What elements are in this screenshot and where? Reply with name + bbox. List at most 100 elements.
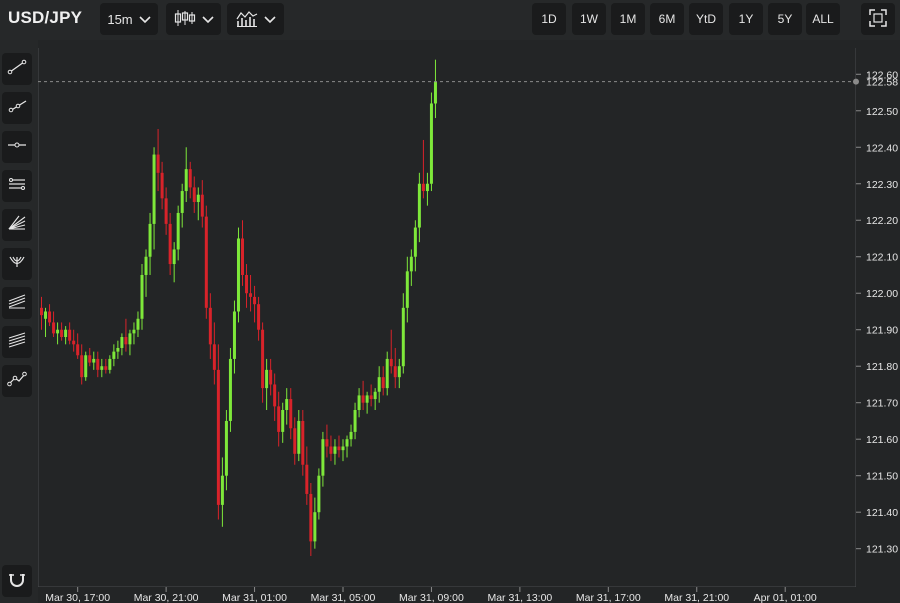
tool-fan[interactable] bbox=[2, 209, 32, 241]
multi-channel-icon bbox=[7, 331, 27, 353]
candle-up bbox=[397, 366, 401, 378]
candle-down bbox=[200, 194, 204, 217]
candlestick-icon bbox=[174, 9, 196, 30]
top-toolbar: USD/JPY 15m 1D 1W 1M 6M YtD 1Y 5Y ALL bbox=[0, 0, 900, 40]
fullscreen-icon bbox=[869, 8, 887, 30]
candle-down bbox=[253, 296, 257, 305]
candle-down bbox=[124, 337, 128, 345]
candle-up bbox=[425, 183, 429, 192]
candle-down bbox=[389, 358, 393, 367]
range-button-all[interactable]: ALL bbox=[806, 3, 840, 35]
trend-line-icon bbox=[7, 59, 27, 80]
candle-up bbox=[128, 333, 132, 345]
candle-down bbox=[393, 366, 397, 378]
candle-up bbox=[285, 399, 289, 411]
candle-up bbox=[265, 369, 269, 389]
polyline-icon bbox=[7, 371, 27, 392]
x-tick-label: Mar 31, 17:00 bbox=[576, 592, 641, 603]
range-button-1y[interactable]: 1Y bbox=[729, 3, 763, 35]
candle-down bbox=[192, 187, 196, 202]
chart-style-dropdown[interactable] bbox=[166, 3, 221, 35]
candlestick-chart[interactable] bbox=[37, 48, 857, 588]
candle-down bbox=[309, 493, 313, 542]
interval-dropdown[interactable]: 15m bbox=[100, 3, 158, 35]
candle-down bbox=[261, 329, 265, 389]
candle-down bbox=[305, 464, 309, 494]
candle-down bbox=[269, 369, 273, 385]
candle-up bbox=[132, 329, 136, 334]
candle-down bbox=[60, 329, 64, 338]
symbol-title[interactable]: USD/JPY bbox=[8, 8, 82, 28]
x-tick-label: Mar 31, 05:00 bbox=[311, 592, 376, 603]
candle-down bbox=[96, 358, 100, 370]
y-tick-label: 121.60 bbox=[866, 434, 898, 446]
candle-down bbox=[80, 355, 84, 378]
candle-up bbox=[357, 395, 361, 411]
price-chart[interactable] bbox=[37, 48, 857, 588]
y-tick-label: 121.40 bbox=[866, 507, 898, 519]
candle-up bbox=[140, 274, 144, 319]
y-tick-label: 122.50 bbox=[866, 106, 898, 118]
tool-trend-line[interactable] bbox=[2, 53, 32, 85]
candle-up bbox=[152, 154, 156, 224]
tool-multi-channel[interactable] bbox=[2, 326, 32, 358]
fan-icon bbox=[7, 215, 27, 236]
candle-down bbox=[301, 420, 305, 465]
candle-up bbox=[409, 256, 413, 272]
candle-down bbox=[257, 304, 261, 330]
range-button-ytd[interactable]: YtD bbox=[689, 3, 723, 35]
interval-label: 15m bbox=[107, 11, 133, 27]
x-tick-label: Apr 01, 01:00 bbox=[754, 592, 817, 603]
candle-up bbox=[112, 351, 116, 359]
candle-up bbox=[405, 271, 409, 308]
range-button-5y[interactable]: 5Y bbox=[768, 3, 802, 35]
candle-up bbox=[385, 358, 389, 389]
tool-polyline[interactable] bbox=[2, 365, 32, 397]
pitchfork-icon bbox=[7, 254, 27, 275]
range-button-1m[interactable]: 1M bbox=[611, 3, 645, 35]
candle-up bbox=[373, 391, 377, 400]
range-button-1w[interactable]: 1W bbox=[572, 3, 606, 35]
tool-horizontal-line[interactable] bbox=[2, 131, 32, 163]
fullscreen-button[interactable] bbox=[861, 3, 895, 35]
candle-down bbox=[160, 172, 164, 199]
horizontal-line-icon bbox=[7, 137, 27, 158]
y-tick-label: 122.60 bbox=[866, 69, 898, 81]
candle-up bbox=[64, 329, 68, 338]
tool-pitchfork[interactable] bbox=[2, 248, 32, 280]
candle-up bbox=[349, 431, 353, 440]
candle-down bbox=[168, 223, 172, 265]
tool-regression-channel[interactable] bbox=[2, 287, 32, 319]
range-button-1d[interactable]: 1D bbox=[532, 3, 566, 35]
candle-down bbox=[216, 369, 220, 505]
candle-up bbox=[236, 238, 240, 312]
candle-up bbox=[365, 395, 369, 403]
candle-up bbox=[148, 223, 152, 257]
candle-up bbox=[108, 358, 112, 370]
candle-up bbox=[429, 103, 433, 184]
candle-up bbox=[136, 318, 140, 330]
candle-down bbox=[337, 446, 341, 451]
tool-parallel-channel[interactable] bbox=[2, 170, 32, 202]
candle-up bbox=[297, 420, 301, 454]
candle-down bbox=[421, 183, 425, 192]
drawing-tools-sidebar bbox=[0, 40, 38, 603]
candle-down bbox=[289, 399, 293, 429]
candle-up bbox=[317, 475, 321, 513]
candle-up bbox=[377, 377, 381, 392]
indicators-dropdown[interactable] bbox=[227, 3, 284, 35]
chevron-down-icon bbox=[139, 12, 151, 27]
candle-up bbox=[176, 212, 180, 250]
candle-down bbox=[76, 344, 80, 356]
candle-up bbox=[321, 439, 325, 476]
candle-up bbox=[341, 446, 345, 451]
range-button-6m[interactable]: 6M bbox=[650, 3, 684, 35]
y-tick-label: 122.40 bbox=[866, 142, 898, 154]
candle-down bbox=[52, 322, 56, 334]
tool-ray[interactable] bbox=[2, 92, 32, 124]
candle-up bbox=[433, 81, 437, 104]
candle-up bbox=[417, 183, 421, 228]
tool-magnet[interactable] bbox=[2, 565, 32, 597]
candle-down bbox=[245, 274, 249, 294]
candle-down bbox=[164, 198, 168, 224]
